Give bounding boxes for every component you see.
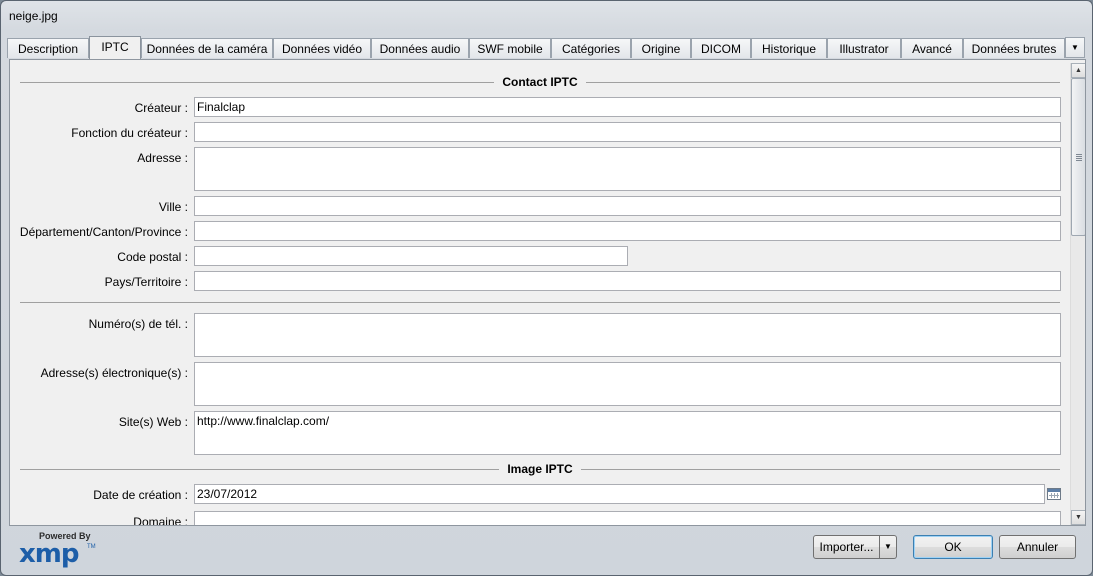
label-address: Adresse : [137,151,188,165]
section-image-iptc: Image IPTC [20,462,1060,476]
section-title: Contact IPTC [494,75,586,89]
label-date-created: Date de création : [93,488,188,502]
cancel-button[interactable]: Annuler [999,535,1076,559]
phone-field[interactable] [194,313,1061,357]
tab-description[interactable]: Description [7,38,89,58]
title-bar: neige.jpg [1,1,1092,31]
tabs-overflow-button[interactable]: ▼ [1065,37,1085,58]
creator-field[interactable]: Finalclap [194,97,1061,117]
website-field[interactable]: http://www.finalclap.com/ [194,411,1061,455]
chevron-down-icon: ▼ [884,542,892,551]
label-creator: Créateur : [134,101,188,115]
metadata-dialog: neige.jpg Description IPTC Données de la… [0,0,1093,576]
window-title: neige.jpg [9,9,58,23]
label-city: Ville : [158,200,188,214]
xmp-logo-text: xmp [19,539,79,569]
label-country: Pays/Territoire : [104,275,188,289]
tab-camera-data[interactable]: Données de la caméra [141,38,273,58]
tab-advanced[interactable]: Avancé [901,38,963,58]
country-field[interactable] [194,271,1061,291]
chevron-down-icon: ▼ [1071,43,1079,52]
section-title: Image IPTC [499,462,581,476]
scrollbar-thumb[interactable] [1071,78,1085,236]
label-postal-code: Code postal : [117,250,188,264]
import-button[interactable]: Importer... [813,535,880,559]
label-email: Adresse(s) électronique(s) : [40,366,188,380]
label-phone: Numéro(s) de tél. : [88,317,188,331]
vertical-scrollbar[interactable]: ▲ ▼ [1070,63,1085,525]
xmp-logo: Powered By xmp TM [19,531,99,569]
trademark-text: TM [87,544,96,550]
address-field[interactable] [194,147,1061,191]
calendar-icon[interactable] [1047,488,1061,500]
label-domain: Domaine : [133,515,188,525]
section-contact-iptc: Contact IPTC [20,75,1060,89]
tab-raw-data[interactable]: Données brutes [963,38,1065,58]
arrow-down-icon[interactable]: ▼ [1071,510,1085,525]
iptc-form: Contact IPTC Créateur : Finalclap Foncti… [10,60,1070,525]
postal-code-field[interactable] [194,246,628,266]
label-state: Département/Canton/Province : [19,225,188,239]
label-website: Site(s) Web : [118,415,188,429]
tab-history[interactable]: Historique [751,38,827,58]
ok-button[interactable]: OK [913,535,993,559]
tab-illustrator[interactable]: Illustrator [827,38,901,58]
creator-job-field[interactable] [194,122,1061,142]
tab-audio-data[interactable]: Données audio [371,38,469,58]
tab-video-data[interactable]: Données vidéo [273,38,371,58]
arrow-up-icon[interactable]: ▲ [1071,63,1085,78]
label-creator-job: Fonction du créateur : [71,126,188,140]
tab-categories[interactable]: Catégories [551,38,631,58]
tab-iptc[interactable]: IPTC [89,36,141,59]
tab-swf-mobile[interactable]: SWF mobile [469,38,551,58]
city-field[interactable] [194,196,1061,216]
tab-bar: Description IPTC Données de la caméra Do… [7,36,1085,59]
iptc-panel: Contact IPTC Créateur : Finalclap Foncti… [9,59,1086,526]
email-field[interactable] [194,362,1061,406]
tab-origin[interactable]: Origine [631,38,691,58]
domain-field[interactable] [194,511,1061,525]
import-dropdown-button[interactable]: ▼ [880,535,897,559]
tab-dicom[interactable]: DICOM [691,38,751,58]
state-field[interactable] [194,221,1061,241]
date-created-field[interactable]: 23/07/2012 [194,484,1045,504]
divider [20,302,1060,303]
